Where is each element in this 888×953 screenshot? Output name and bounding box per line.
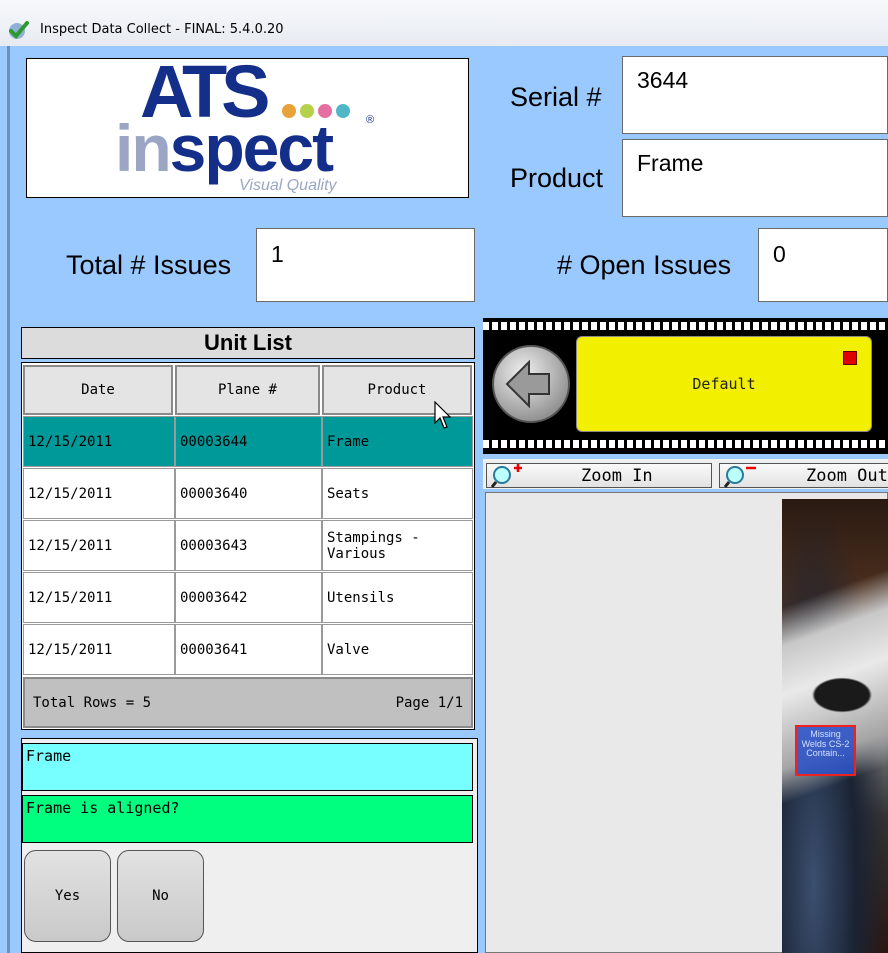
window-title: Inspect Data Collect - FINAL: 5.4.0.20 <box>40 22 284 37</box>
cell-product: Utensils <box>322 572 473 623</box>
cell-product: Valve <box>322 624 473 675</box>
zoom-out-label: Zoom Out <box>806 465 888 486</box>
category-box: Frame <box>22 743 473 791</box>
filmstrip: Default <box>483 318 888 454</box>
cell-date: 12/15/2011 <box>23 468 175 519</box>
open-issues-label: # Open Issues <box>557 250 732 280</box>
table-row[interactable]: 12/15/2011 00003643 Stampings - Various <box>23 520 473 571</box>
zoom-in-button[interactable]: Zoom In <box>486 463 712 488</box>
ats-inspect-logo: ATS inspect ® Visual Quality <box>26 50 469 198</box>
logo-registered: ® <box>366 114 374 126</box>
total-issues-label: Total # Issues <box>66 250 232 280</box>
mouse-cursor-icon <box>434 401 452 429</box>
grid-footer: Total Rows = 5 Page 1/1 <box>23 677 473 728</box>
unit-list-title: Unit List <box>21 327 475 359</box>
logo-graphic: ATS inspect ® Visual Quality <box>115 50 374 194</box>
zoom-in-icon <box>491 464 522 488</box>
total-issues-field[interactable]: 1 <box>256 228 475 302</box>
status-indicator <box>843 351 857 365</box>
zoom-out-icon <box>724 466 756 488</box>
app-check-icon <box>9 21 29 39</box>
column-header-date[interactable]: Date <box>23 365 173 415</box>
cell-date: 12/15/2011 <box>23 416 175 467</box>
cell-date: 12/15/2011 <box>23 520 175 571</box>
cell-plane: 00003644 <box>175 416 322 467</box>
serial-label: Serial # <box>510 82 602 112</box>
cell-product: Seats <box>322 468 473 519</box>
product-field[interactable]: Frame <box>622 139 888 217</box>
film-perforation-bottom <box>483 440 888 448</box>
yes-button[interactable]: Yes <box>24 850 111 942</box>
cell-plane: 00003642 <box>175 572 322 623</box>
product-label: Product <box>510 163 604 193</box>
table-row[interactable]: 12/15/2011 00003644 Frame <box>23 416 473 467</box>
total-rows-text: Total Rows = 5 <box>33 695 152 711</box>
window-left-border <box>7 46 10 953</box>
cell-date: 12/15/2011 <box>23 572 175 623</box>
cell-plane: 00003643 <box>175 520 322 571</box>
cell-plane: 00003640 <box>175 468 322 519</box>
no-button[interactable]: No <box>117 850 204 942</box>
svg-text:inspect: inspect <box>115 111 334 185</box>
film-perforation-top <box>483 322 888 330</box>
cell-product: Stampings - Various <box>322 520 473 571</box>
cell-plane: 00003641 <box>175 624 322 675</box>
question-box: Frame is aligned? <box>22 795 473 843</box>
defect-marker[interactable]: Missing Welds CS-2 Contain... <box>795 725 856 776</box>
page-indicator: Page 1/1 <box>395 695 463 711</box>
serial-field[interactable]: 3644 <box>622 56 888 134</box>
previous-arrow-icon[interactable] <box>491 344 571 424</box>
table-row[interactable]: 12/15/2011 00003641 Valve <box>23 624 473 675</box>
zoom-in-label: Zoom In <box>581 465 653 486</box>
table-row[interactable]: 12/15/2011 00003640 Seats <box>23 468 473 519</box>
table-row[interactable]: 12/15/2011 00003642 Utensils <box>23 572 473 623</box>
cell-date: 12/15/2011 <box>23 624 175 675</box>
title-bar: Inspect Data Collect - FINAL: 5.4.0.20 <box>0 0 888 46</box>
open-issues-field[interactable]: 0 <box>758 228 888 302</box>
logo-tagline: Visual Quality <box>239 177 338 194</box>
default-tile-label: Default <box>692 375 756 393</box>
default-tile[interactable]: Default <box>576 336 872 432</box>
zoom-out-button[interactable]: Zoom Out <box>719 463 888 488</box>
column-header-plane[interactable]: Plane # <box>175 365 320 415</box>
